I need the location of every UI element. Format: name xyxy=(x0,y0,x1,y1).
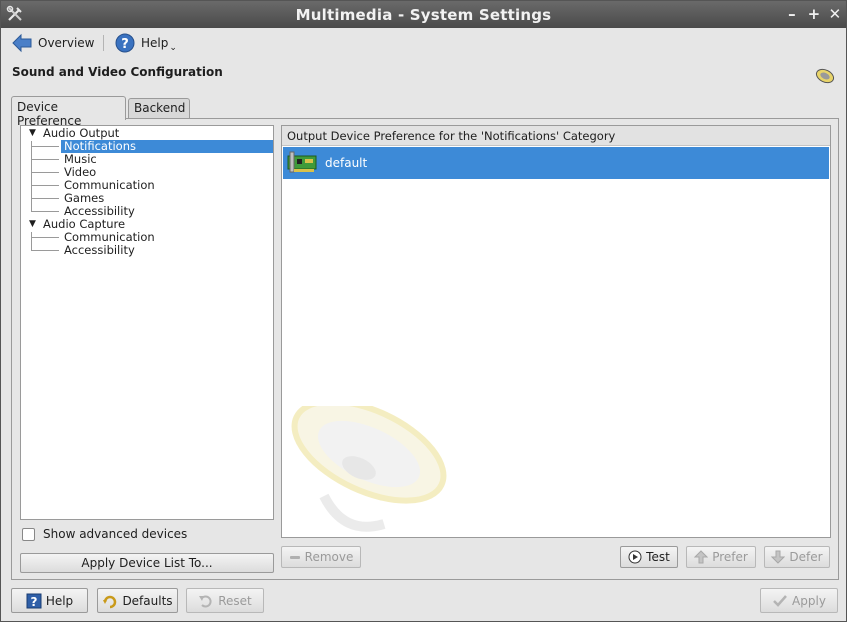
tree-line xyxy=(31,141,32,211)
device-list[interactable]: Output Device Preference for the 'Notifi… xyxy=(281,125,831,538)
chevron-down-icon: ⌄ xyxy=(169,43,177,53)
page-title: Sound and Video Configuration xyxy=(12,65,223,79)
tab-backend[interactable]: Backend xyxy=(128,98,190,118)
show-advanced-checkbox[interactable] xyxy=(22,527,35,541)
tree-item-capture-accessibility[interactable]: Accessibility xyxy=(64,244,135,257)
defaults-icon xyxy=(103,595,117,608)
help-label: Help xyxy=(45,593,74,608)
minimize-icon[interactable]: – xyxy=(783,4,801,24)
help-menu-button[interactable]: ? Help ⌄ xyxy=(115,30,177,56)
reset-icon xyxy=(199,595,212,607)
help-icon: ? xyxy=(115,33,135,53)
prefer-label: Prefer xyxy=(712,550,748,564)
defer-label: Defer xyxy=(789,550,823,564)
close-icon[interactable]: ✕ xyxy=(826,4,844,24)
tree-line xyxy=(31,237,59,238)
svg-text:?: ? xyxy=(121,37,129,52)
device-name: default xyxy=(325,156,368,170)
apply-device-list-button[interactable]: Apply Device List To... xyxy=(20,553,274,573)
toolbar-separator xyxy=(103,35,104,51)
reset-button[interactable]: Reset xyxy=(186,588,264,613)
tree-line xyxy=(31,198,59,199)
tab-device-preference[interactable]: Device Preference xyxy=(11,96,126,128)
help-button[interactable]: ? Help xyxy=(11,588,88,613)
remove-label: Remove xyxy=(304,550,354,564)
remove-button[interactable]: Remove xyxy=(281,546,361,568)
speaker-icon xyxy=(815,68,835,84)
device-list-header: Output Device Preference for the 'Notifi… xyxy=(282,126,830,146)
apply-check-icon xyxy=(773,594,787,607)
toolbar: Overview ? Help ⌄ xyxy=(1,28,846,58)
test-button[interactable]: Test xyxy=(620,546,678,568)
defaults-label: Defaults xyxy=(122,593,173,608)
play-icon xyxy=(628,550,642,564)
tree-line xyxy=(31,185,59,186)
expanded-arrow-icon[interactable]: ▼ xyxy=(29,127,36,140)
apply-button[interactable]: Apply xyxy=(760,588,838,613)
reset-label: Reset xyxy=(218,593,252,608)
tree-group-label: Audio Output xyxy=(43,126,120,140)
prefer-button[interactable]: Prefer xyxy=(686,546,756,568)
tree-line xyxy=(31,211,59,212)
dialog-button-bar: ? Help Defaults Reset Apply xyxy=(1,586,846,616)
device-row-default[interactable]: default xyxy=(283,147,829,179)
remove-icon xyxy=(289,556,300,559)
down-arrow-icon xyxy=(771,550,786,564)
apply-label: Apply xyxy=(792,593,826,608)
svg-text:?: ? xyxy=(30,595,37,609)
overview-label: Overview xyxy=(38,36,95,50)
expanded-arrow-icon[interactable]: ▼ xyxy=(29,218,36,231)
test-label: Test xyxy=(646,550,670,564)
back-arrow-icon xyxy=(12,33,32,53)
defer-button[interactable]: Defer xyxy=(764,546,830,568)
up-arrow-icon xyxy=(694,550,709,564)
speaker-icon xyxy=(291,406,447,532)
maximize-icon[interactable]: + xyxy=(805,4,823,24)
sound-card-icon xyxy=(287,151,317,173)
window-title: Multimedia - System Settings xyxy=(295,6,552,24)
show-advanced-label: Show advanced devices xyxy=(43,527,188,541)
defaults-button[interactable]: Defaults xyxy=(97,588,178,613)
tree-group-label: Audio Capture xyxy=(43,217,126,231)
title-bar: Multimedia - System Settings – + ✕ xyxy=(1,1,846,28)
help-icon: ? xyxy=(26,593,42,609)
tree-line xyxy=(31,172,59,173)
show-advanced-devices-option[interactable]: Show advanced devices xyxy=(22,526,187,542)
help-menu-label: Help xyxy=(141,36,169,50)
device-preference-panel: ▼ Audio Output Notifications Music Video… xyxy=(11,118,839,580)
system-settings-window: Multimedia - System Settings – + ✕ Overv… xyxy=(0,0,847,622)
tree-line xyxy=(31,159,59,160)
category-tree[interactable]: ▼ Audio Output Notifications Music Video… xyxy=(20,125,274,520)
tree-line xyxy=(31,146,59,147)
tree-line xyxy=(31,232,32,250)
overview-button[interactable]: Overview xyxy=(11,30,95,56)
tree-line xyxy=(31,250,59,251)
